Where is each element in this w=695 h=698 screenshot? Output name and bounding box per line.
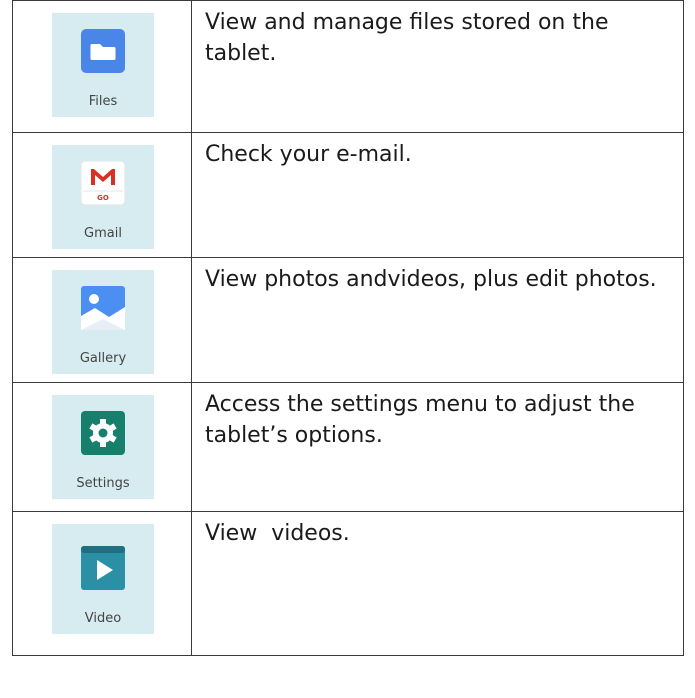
gmail-go-badge: GO [97, 194, 109, 202]
gmail-tile: GO Gmail [52, 145, 154, 249]
icon-cell: Files [12, 0, 192, 133]
description-cell: View photos andvideos, plus edit photos. [191, 257, 684, 383]
icon-cell: Gallery [12, 257, 192, 383]
settings-tile: Settings [52, 395, 154, 499]
app-label: Files [88, 94, 118, 109]
video-tile: Video [52, 524, 154, 634]
table-row: Video View videos. [12, 511, 684, 656]
icon-cell: Video [12, 511, 192, 656]
table-row: GO Gmail Check your e-mail. [12, 132, 684, 258]
app-description: View photos andvideos, plus edit photos. [205, 267, 657, 292]
gear-icon [81, 411, 125, 455]
gallery-tile: Gallery [52, 270, 154, 374]
app-label: Gmail [84, 226, 122, 241]
app-label: Gallery [79, 351, 127, 366]
table-row: Gallery View photos andvideos, plus edit… [12, 257, 684, 383]
description-cell: Check your e-mail. [191, 132, 684, 258]
files-tile: Files [52, 13, 154, 117]
video-icon [81, 546, 125, 590]
table-row: Settings Access the settings menu to adj… [12, 382, 684, 512]
folder-icon [81, 29, 125, 73]
app-label: Video [84, 611, 122, 626]
app-description: Check your e-mail. [205, 142, 412, 167]
app-description: View videos. [205, 521, 350, 546]
app-table: Files View and manage files stored on th… [12, 0, 684, 656]
description-cell: View and manage files stored on the tabl… [191, 0, 684, 133]
app-description: View and manage files stored on the tabl… [205, 10, 616, 66]
app-description: Access the settings menu to adjust the t… [205, 392, 642, 448]
table-row: Files View and manage files stored on th… [12, 0, 684, 133]
gallery-icon [81, 286, 125, 330]
gmail-icon: GO [81, 161, 125, 205]
description-cell: View videos. [191, 511, 684, 656]
description-cell: Access the settings menu to adjust the t… [191, 382, 684, 512]
icon-cell: Settings [12, 382, 192, 512]
app-label: Settings [76, 476, 130, 491]
icon-cell: GO Gmail [12, 132, 192, 258]
